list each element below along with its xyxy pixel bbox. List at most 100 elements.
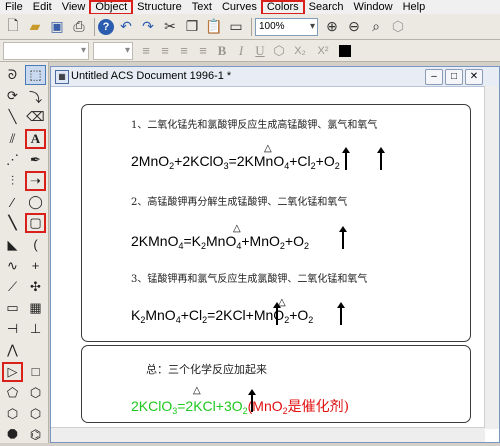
menu-colors[interactable]: Colors <box>260 0 305 15</box>
step2-text: 2、高锰酸钾再分解生成锰酸钾、二氧化锰和氧气 <box>131 197 348 208</box>
cyclohexane-icon[interactable]: ⬡ <box>25 383 46 403</box>
charge-icon[interactable]: + <box>25 256 46 276</box>
gas-arrow-icon <box>339 226 347 249</box>
cyclopropane-icon[interactable]: ▷ <box>2 361 23 382</box>
drawing-element-icon[interactable]: ▢ <box>25 213 46 234</box>
arrow-tool-icon[interactable]: ➝ <box>25 170 46 191</box>
gas-arrow-icon <box>377 147 385 170</box>
justify-icon[interactable]: ≡ <box>194 42 212 60</box>
horizontal-scrollbar[interactable] <box>51 427 485 442</box>
open-folder-icon[interactable]: ▰ <box>25 17 45 37</box>
menu-bar: File Edit View Object Structure Text Cur… <box>0 0 500 15</box>
acyclic-chain-icon[interactable]: ⋀ <box>2 340 23 360</box>
menu-text[interactable]: Text <box>187 1 217 14</box>
cyclopentane-icon[interactable]: ⬠ <box>2 383 23 403</box>
tool-palette: ᘐ ⬚ ⟳ ⤵ ╲ ⌫ ⫽ A ⋰ ✒ ⫶ ➝ ⁄ ◯ ╲ ▢ ◣ ( ∿ + … <box>0 62 49 443</box>
lasso-icon[interactable]: ᘐ <box>2 65 23 85</box>
marquee-icon[interactable]: ⬚ <box>25 65 46 85</box>
font-select[interactable] <box>3 41 89 60</box>
maximize-button[interactable]: □ <box>445 69 463 85</box>
menu-object[interactable]: Object <box>89 0 134 15</box>
color-swatch[interactable] <box>335 41 355 61</box>
solid-bond-icon[interactable]: ╲ <box>2 107 23 127</box>
text-tool-icon[interactable]: A <box>25 128 46 149</box>
stereo-icon[interactable]: ✣ <box>25 277 46 297</box>
cut-icon[interactable]: ✂ <box>160 17 180 37</box>
orbital-icon[interactable]: ◯ <box>25 192 46 212</box>
dashed-bond-icon[interactable]: ⋰ <box>2 150 23 170</box>
wedge-bond-icon[interactable]: ◣ <box>2 235 23 255</box>
formula-icon[interactable]: ⬡ <box>270 42 288 60</box>
zoom-to-fit-icon[interactable]: ⌕ <box>366 17 386 37</box>
menu-edit[interactable]: Edit <box>28 1 57 14</box>
underline-button[interactable]: U <box>251 42 269 60</box>
query-icon[interactable]: ⊣ <box>2 319 23 339</box>
step3-text: 3、锰酸钾再和氯气反应生成氯酸钾、二氧化锰和氧气 <box>131 274 368 285</box>
cycloheptane-icon[interactable]: ⬡ <box>25 404 46 424</box>
undo-icon[interactable]: ↶ <box>116 17 136 37</box>
align-right-icon[interactable]: ≡ <box>175 42 193 60</box>
eraser-icon[interactable]: ⌫ <box>25 107 46 127</box>
heat-symbol-4: △ <box>193 385 201 396</box>
bracket-icon[interactable]: ( <box>25 235 46 255</box>
format-toolbar: ≡ ≡ ≡ ≡ B I U ⬡ X₂ X² <box>0 40 500 62</box>
font-size-select[interactable] <box>93 41 133 60</box>
zoom-in-icon[interactable]: ⊕ <box>322 17 342 37</box>
table-icon[interactable]: ▦ <box>25 298 46 318</box>
minimize-button[interactable]: – <box>425 69 443 85</box>
main-toolbar: 🗋 ▰ ▣ ⎙ ? ↶ ↷ ✂ ❐ 📋 ▭ 100% ⊕ ⊖ ⌕ ⬡ <box>0 14 500 40</box>
vertical-scrollbar[interactable] <box>484 86 499 429</box>
menu-curves[interactable]: Curves <box>217 1 262 14</box>
multiple-bond-icon[interactable]: ⫽ <box>2 129 23 149</box>
chain-icon[interactable]: ⟋ <box>2 277 23 297</box>
blank-tool-icon[interactable] <box>25 340 46 360</box>
hashed-wedge-icon[interactable]: ⁄ <box>2 192 23 212</box>
bold-button[interactable]: B <box>213 42 231 60</box>
menu-window[interactable]: Window <box>348 1 397 14</box>
new-document-icon[interactable]: 🗋 <box>3 17 23 37</box>
align-center-icon[interactable]: ≡ <box>156 42 174 60</box>
benzene-icon[interactable]: ⌬ <box>25 425 46 445</box>
redo-icon[interactable]: ↷ <box>138 17 158 37</box>
hashed-bond-icon[interactable]: ⫶ <box>2 171 23 191</box>
bold-bond-icon[interactable]: ╲ <box>2 213 23 233</box>
superscript-button[interactable]: X² <box>312 42 334 60</box>
paste-icon[interactable]: 📋 <box>204 17 224 37</box>
menu-file[interactable]: File <box>0 1 28 14</box>
step1-text: 1、二氧化锰先和氯酸钾反应生成高锰酸钾、氯气和氧气 <box>131 120 378 131</box>
subscript-button[interactable]: X₂ <box>289 42 311 60</box>
print-icon[interactable]: ⎙ <box>69 17 89 37</box>
equation-3[interactable]: K2MnO4+Cl2=2KCl+MnO2+O2 <box>131 307 313 325</box>
cyclooctane-icon[interactable]: ⯃ <box>2 425 23 445</box>
document-icon: ▦ <box>55 70 69 84</box>
gas-arrow-icon <box>248 389 256 412</box>
menu-structure[interactable]: Structure <box>132 1 187 14</box>
clear-icon[interactable]: ▭ <box>226 17 246 37</box>
copy-icon[interactable]: ❐ <box>182 17 202 37</box>
menu-search[interactable]: Search <box>304 1 349 14</box>
gas-arrow-icon <box>273 302 281 325</box>
equation-1[interactable]: 2MnO2+2KClO3=2KMnO4+Cl2+O2 <box>131 153 340 171</box>
menu-help[interactable]: Help <box>398 1 431 14</box>
zoom-out-icon[interactable]: ⊖ <box>344 17 364 37</box>
toolbar-separator <box>94 17 95 36</box>
cyclobutane-icon[interactable]: □ <box>25 362 46 382</box>
menu-view[interactable]: View <box>57 1 91 14</box>
align-left-icon[interactable]: ≡ <box>137 42 155 60</box>
equation-2[interactable]: 2KMnO4=K2MnO4+MnO2+O2 <box>131 233 309 251</box>
cyclohexane-chair-icon[interactable]: ⬡ <box>2 404 23 424</box>
rotate-icon[interactable]: ⟳ <box>2 86 23 106</box>
wavy-bond-icon[interactable]: ∿ <box>2 256 23 276</box>
clean-structure-icon[interactable]: ⬡ <box>388 17 408 37</box>
bond-hook-icon[interactable]: ⤵ <box>25 86 46 106</box>
summary-equation[interactable]: 2KClO3=2KCl+3O2(MnO2是催化剂) <box>131 396 349 416</box>
save-icon[interactable]: ▣ <box>47 17 67 37</box>
pen-icon[interactable]: ✒ <box>25 150 46 170</box>
close-button[interactable]: ✕ <box>465 69 483 85</box>
help-icon[interactable]: ? <box>98 18 114 35</box>
zoom-select[interactable]: 100% <box>255 17 318 36</box>
template-icon[interactable]: ▭ <box>2 298 23 318</box>
italic-button[interactable]: I <box>232 42 250 60</box>
toolbar-separator <box>251 17 252 36</box>
stamp-icon[interactable]: ⊥ <box>25 319 46 339</box>
